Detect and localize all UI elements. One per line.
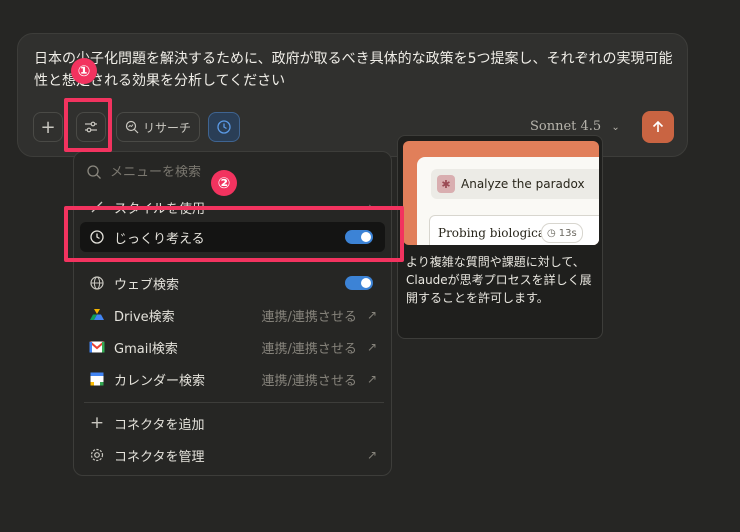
gear-icon [88,446,106,464]
tools-menu: スタイルを使用 › じっくり考える ウェブ検索 [73,151,392,476]
menu-item-drive[interactable]: Drive検索 連携/連携させる ↗ [80,300,385,330]
menu-item-web-search-label: ウェブ検索 [114,277,180,293]
drive-connect-label: 連携/連携させる [261,309,357,325]
menu-item-gmail[interactable]: Gmail検索 連携/連携させる ↗ [80,332,385,362]
model-selector[interactable]: Sonnet 4.5 ⌄ [530,119,620,134]
extended-thinking-tooltip: ✱ Analyze the paradox Probing biological… [397,135,603,339]
menu-item-gmail-label: Gmail検索 [114,341,178,357]
claude-logo-icon: ✱ [437,175,455,193]
menu-item-manage-connector-label: コネクタを管理 [114,449,205,465]
menu-item-web-search[interactable]: ウェブ検索 [80,268,385,298]
research-button[interactable]: リサーチ [116,112,200,142]
clock-icon [217,120,231,134]
preview-chip-text: Analyze the paradox [461,177,585,191]
send-button[interactable] [642,111,674,143]
chevron-down-icon: ⌄ [611,122,620,133]
preview-probe-text: Probing biological [438,226,549,240]
gmail-icon [88,338,106,356]
preview-chip: ✱ Analyze the paradox [431,169,599,199]
plus-icon: + [89,413,105,433]
web-search-toggle[interactable] [345,276,373,290]
menu-item-calendar[interactable]: カレンダー検索 連携/連携させる ↗ [80,364,385,394]
annotation-box-2 [64,206,404,262]
drive-icon [88,306,106,324]
menu-item-manage-connector[interactable]: コネクタを管理 ↗ [80,440,385,470]
gmail-connect-label: 連携/連携させる [261,341,357,357]
external-link-icon: ↗ [366,308,377,322]
external-link-icon: ↗ [366,372,377,386]
timer-icon: ◷ [547,227,556,239]
menu-item-add-connector[interactable]: + コネクタを追加 [80,408,385,438]
annotation-box-1 [64,98,112,152]
calendar-connect-label: 連携/連携させる [261,373,357,389]
prompt-text[interactable]: 日本の少子化問題を解決するために、政府が取るべき具体的な政策を5つ提案し、それぞ… [34,48,674,92]
tooltip-preview-image: ✱ Analyze the paradox Probing biological… [403,141,599,245]
preview-timer-text: 13s [558,227,577,239]
menu-search[interactable] [86,164,230,180]
annotation-badge-1: ① [71,58,97,84]
globe-icon [88,274,106,292]
calendar-icon [88,370,106,388]
plus-icon: + [40,116,56,138]
menu-item-drive-label: Drive検索 [114,309,175,325]
external-link-icon: ↗ [366,340,377,354]
tooltip-description: より複雑な質問や課題に対して、Claudeが思考プロセスを詳しく展開することを許… [406,255,592,305]
research-label: リサーチ [142,120,191,135]
add-button[interactable]: + [33,112,63,142]
preview-timer: ◷ 13s [541,223,583,243]
annotation-badge-2: ② [211,170,237,196]
extended-thinking-button[interactable] [208,112,240,142]
model-label: Sonnet 4.5 [530,119,602,134]
menu-item-calendar-label: カレンダー検索 [114,373,206,389]
search-icon [87,165,101,179]
menu-divider [84,402,384,403]
menu-item-add-connector-label: コネクタを追加 [114,417,205,433]
preview-card: ✱ Analyze the paradox Probing biological… [417,157,599,245]
arrow-up-icon [652,120,664,132]
research-icon [125,120,139,134]
external-link-icon: ↗ [366,448,377,462]
